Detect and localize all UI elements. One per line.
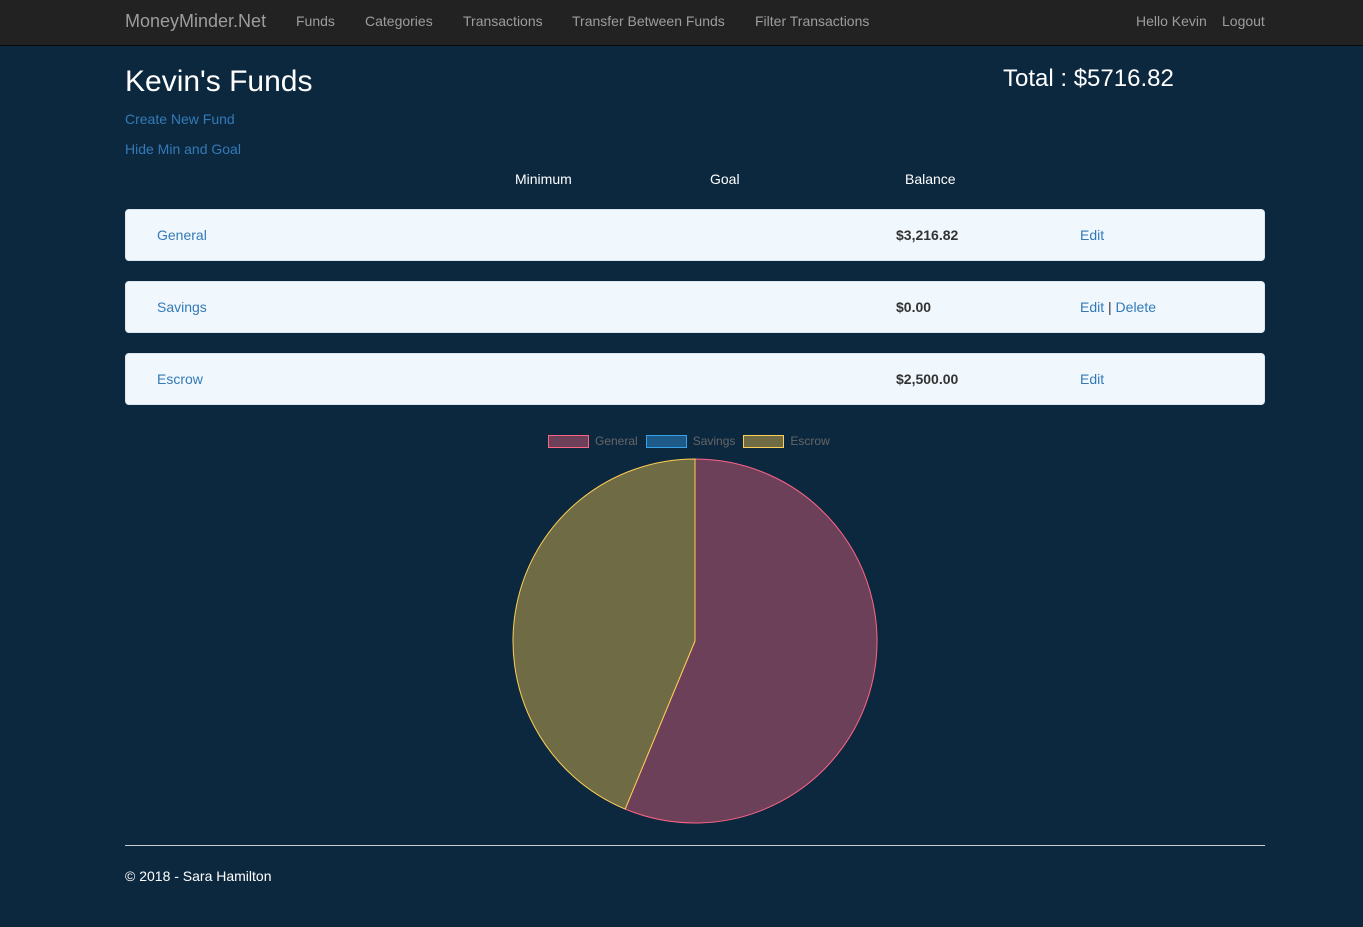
fund-row-savings: Savings $0.00 Edit | Delete (125, 281, 1265, 333)
funds-pie-chart (512, 458, 878, 824)
legend-swatch (548, 435, 589, 448)
legend-item-general[interactable]: General (548, 434, 638, 450)
fund-name-link[interactable]: Savings (157, 299, 207, 315)
legend-swatch (645, 435, 687, 448)
user-greeting-link[interactable]: Hello Kevin (1136, 13, 1207, 29)
create-new-fund-link[interactable]: Create New Fund (125, 111, 235, 127)
legend-label: General (595, 434, 638, 448)
column-header-minimum: Minimum (515, 171, 572, 187)
legend-label: Escrow (790, 434, 830, 448)
nav-funds[interactable]: Funds (296, 13, 335, 29)
legend-item-savings[interactable]: Savings (645, 434, 736, 450)
fund-name-link[interactable]: General (157, 227, 207, 243)
fund-name-link[interactable]: Escrow (157, 371, 203, 387)
footer-copyright: © 2018 - Sara Hamilton (125, 868, 272, 884)
edit-fund-link[interactable]: Edit (1080, 371, 1104, 387)
action-separator: | (1108, 299, 1112, 315)
fund-actions: Edit | Delete (1080, 299, 1156, 315)
logout-link[interactable]: Logout (1222, 13, 1265, 29)
fund-balance: $0.00 (896, 299, 932, 315)
fund-row-escrow: Escrow $2,500.00 Edit (125, 353, 1265, 405)
fund-balance: $2,500.00 (896, 371, 959, 387)
fund-row-general: General $3,216.82 Edit (125, 209, 1265, 261)
nav-categories[interactable]: Categories (365, 13, 433, 29)
footer-divider (125, 845, 1265, 846)
nav-transactions[interactable]: Transactions (463, 13, 543, 29)
nav-filter-transactions[interactable]: Filter Transactions (755, 13, 869, 29)
legend-item-escrow[interactable]: Escrow (743, 434, 830, 450)
column-header-goal: Goal (710, 171, 740, 187)
fund-actions: Edit (1080, 371, 1104, 387)
chart-legend: General Savings Escrow (548, 434, 838, 450)
brand-link[interactable]: MoneyMinder.Net (125, 11, 266, 32)
edit-fund-link[interactable]: Edit (1080, 299, 1104, 315)
edit-fund-link[interactable]: Edit (1080, 227, 1104, 243)
hide-min-goal-link[interactable]: Hide Min and Goal (125, 141, 241, 157)
page-title: Kevin's Funds (125, 65, 313, 98)
delete-fund-link[interactable]: Delete (1116, 299, 1156, 315)
legend-label: Savings (692, 434, 736, 448)
fund-actions: Edit (1080, 227, 1104, 243)
funds-total: Total : $5716.82 (1003, 65, 1174, 92)
top-navbar: MoneyMinder.Net Funds Categories Transac… (0, 0, 1363, 46)
nav-transfer-between-funds[interactable]: Transfer Between Funds (572, 13, 725, 29)
column-header-balance: Balance (905, 171, 956, 187)
legend-swatch (743, 435, 785, 448)
fund-balance: $3,216.82 (896, 227, 959, 243)
